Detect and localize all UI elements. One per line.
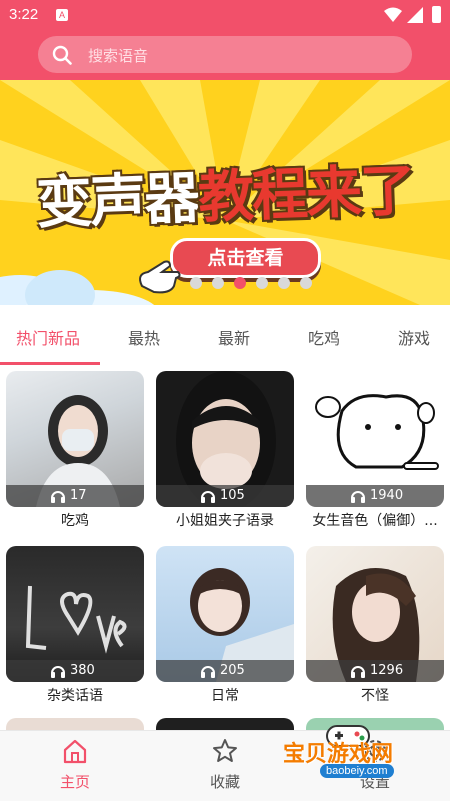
- promo-banner[interactable]: 变声器教程来了 点击查看: [0, 80, 450, 305]
- tab-hot-new[interactable]: 热门新品: [16, 325, 80, 349]
- banner-title: 变声器教程来了: [0, 144, 450, 241]
- card-title: 不怪: [361, 688, 389, 704]
- play-count-bar: 380: [6, 660, 144, 682]
- play-count-bar: 205: [156, 660, 294, 682]
- play-count: 105: [220, 488, 245, 503]
- tab-hottest[interactable]: 最热: [128, 325, 160, 349]
- headphones-icon: [51, 666, 65, 678]
- play-count: 380: [70, 663, 95, 678]
- play-count: 1296: [370, 663, 404, 678]
- search-icon: [52, 45, 72, 65]
- carousel-dot[interactable]: [256, 277, 268, 289]
- card-title: 吃鸡: [61, 513, 89, 529]
- signal-icon: [407, 7, 423, 23]
- play-count: 205: [220, 663, 245, 678]
- status-bar: 3:22 A: [0, 0, 450, 30]
- tab-newest[interactable]: 最新: [218, 325, 250, 349]
- carousel-dot-active[interactable]: [234, 277, 246, 289]
- notification-icon: A: [56, 9, 68, 21]
- card-thumbnail: 1296: [306, 546, 444, 682]
- card-thumbnail: 1940: [306, 371, 444, 507]
- nav-home[interactable]: 主页: [35, 737, 115, 792]
- nav-favorites-label: 收藏: [209, 773, 240, 791]
- card-title: 小姐姐夹子语录: [176, 513, 274, 529]
- tab-games[interactable]: 游戏: [398, 325, 430, 349]
- search-input[interactable]: 搜索语音: [88, 45, 148, 66]
- card-title: 日常: [211, 688, 239, 704]
- play-count: 17: [70, 488, 87, 503]
- watermark-url: baobeiy.com: [320, 764, 394, 778]
- app-header: 搜索语音: [0, 30, 450, 80]
- card-title: 杂类话语: [47, 688, 103, 704]
- banner-title-part1: 变声器: [35, 165, 200, 237]
- voice-card[interactable]: 205 日常: [156, 546, 294, 705]
- card-thumbnail: 205: [156, 546, 294, 682]
- voice-card[interactable]: 1940 女生音色（偏御）...: [306, 371, 444, 530]
- status-time: 3:22: [9, 6, 39, 23]
- carousel-dot[interactable]: [278, 277, 290, 289]
- star-icon: [213, 739, 237, 762]
- pointer-hand-icon: [139, 260, 181, 294]
- card-thumbnail: 105: [156, 371, 294, 507]
- category-tabs: 热门新品 最热 最新 吃鸡 游戏: [0, 305, 450, 365]
- nav-favorites[interactable]: 收藏: [185, 737, 265, 792]
- play-count-bar: 105: [156, 485, 294, 507]
- voice-card[interactable]: 380 杂类话语: [6, 546, 144, 705]
- battery-icon: [432, 6, 441, 23]
- carousel-dot[interactable]: [300, 277, 312, 289]
- voice-card[interactable]: 1296 不怪: [306, 546, 444, 705]
- site-watermark: 宝贝游戏网 baobeiy.com: [275, 725, 445, 792]
- carousel-indicator: [190, 274, 322, 289]
- carousel-dot[interactable]: [190, 277, 202, 289]
- card-title: 女生音色（偏御）...: [312, 513, 438, 529]
- play-count: 1940: [370, 488, 404, 503]
- headphones-icon: [351, 666, 365, 678]
- play-count-bar: 1940: [306, 485, 444, 507]
- wifi-icon: [384, 7, 402, 22]
- play-count-bar: 17: [6, 485, 144, 507]
- card-thumbnail: 17: [6, 371, 144, 507]
- carousel-dot[interactable]: [212, 277, 224, 289]
- voice-card[interactable]: 17 吃鸡: [6, 371, 144, 530]
- headphones-icon: [201, 491, 215, 503]
- voice-card[interactable]: 105 小姐姐夹子语录: [156, 371, 294, 530]
- home-icon: [63, 739, 87, 764]
- card-thumbnail: 380: [6, 546, 144, 682]
- search-bar[interactable]: 搜索语音: [38, 36, 412, 73]
- tab-chicken[interactable]: 吃鸡: [308, 325, 340, 349]
- banner-cta-button[interactable]: 点击查看: [170, 238, 321, 278]
- banner-title-part2: 教程来了: [197, 158, 416, 231]
- headphones-icon: [51, 491, 65, 503]
- headphones-icon: [351, 491, 365, 503]
- play-count-bar: 1296: [306, 660, 444, 682]
- headphones-icon: [201, 666, 215, 678]
- active-tab-indicator: [0, 362, 100, 365]
- nav-home-label: 主页: [59, 773, 90, 791]
